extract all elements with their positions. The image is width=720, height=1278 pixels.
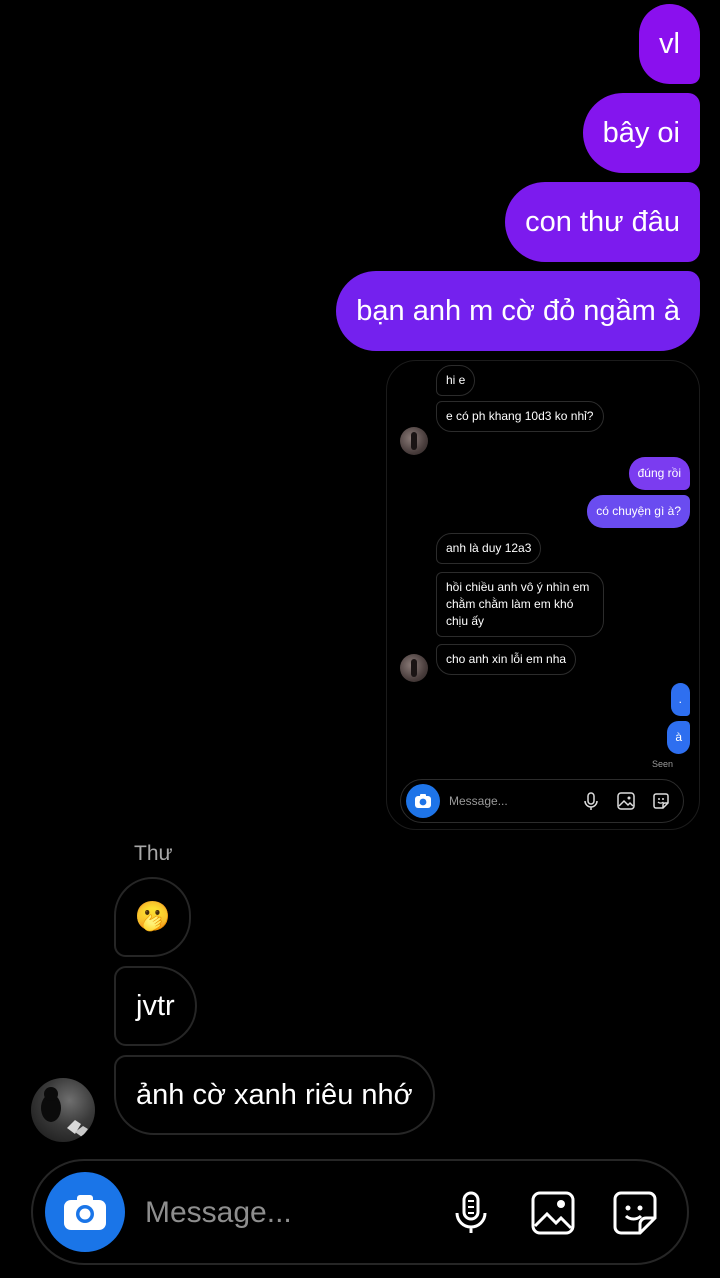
- screenshot-incoming-message: anh là duy 12a3: [436, 533, 542, 564]
- camera-button[interactable]: [45, 1172, 125, 1252]
- avatar[interactable]: [31, 1078, 95, 1142]
- shared-screenshot[interactable]: hi e e có ph khang 10d3 ko nhỉ? đúng rồi…: [386, 360, 700, 830]
- incoming-message[interactable]: ảnh cờ xanh riêu nhớ: [114, 1055, 435, 1135]
- outgoing-message[interactable]: con thư đâu: [505, 182, 700, 262]
- screenshot-composer-placeholder: Message...: [449, 794, 508, 808]
- screenshot-composer: Message...: [400, 779, 684, 823]
- screenshot-seen-label: Seen: [651, 759, 673, 769]
- screenshot-incoming-message: hồi chiều anh vô ý nhìn em chằm chằm làm…: [436, 572, 604, 637]
- message-composer[interactable]: Message...: [31, 1159, 689, 1265]
- camera-icon: [64, 1195, 106, 1230]
- sender-name: Thư: [134, 842, 173, 865]
- outgoing-message[interactable]: bây oi: [582, 93, 700, 173]
- gallery-icon[interactable]: [530, 1190, 576, 1236]
- incoming-message[interactable]: 🫢: [114, 877, 191, 957]
- incoming-message[interactable]: jvtr: [114, 966, 197, 1046]
- gallery-icon: [617, 792, 635, 810]
- screenshot-avatar: [400, 654, 428, 682]
- screenshot-incoming-message: hi e: [436, 365, 476, 396]
- microphone-icon[interactable]: [448, 1190, 494, 1236]
- screenshot-incoming-message: e có ph khang 10d3 ko nhỉ?: [436, 401, 604, 432]
- screenshot-outgoing-message: à: [667, 721, 690, 754]
- screenshot-outgoing-message: có chuyện gì à?: [587, 495, 690, 528]
- screenshot-avatar: [400, 427, 428, 455]
- screenshot-incoming-message: cho anh xin lỗi em nha: [436, 644, 577, 675]
- screenshot-outgoing-message: đúng rồi: [628, 457, 690, 490]
- outgoing-message[interactable]: vl: [639, 4, 700, 84]
- sticker-icon[interactable]: [612, 1190, 658, 1236]
- outgoing-message[interactable]: bạn anh m cờ đỏ ngầm à: [336, 271, 700, 351]
- screenshot-outgoing-message: .: [670, 683, 690, 716]
- camera-icon: [406, 784, 440, 818]
- microphone-icon: [584, 792, 598, 810]
- sticker-icon: [653, 793, 669, 809]
- message-input[interactable]: Message...: [145, 1196, 292, 1230]
